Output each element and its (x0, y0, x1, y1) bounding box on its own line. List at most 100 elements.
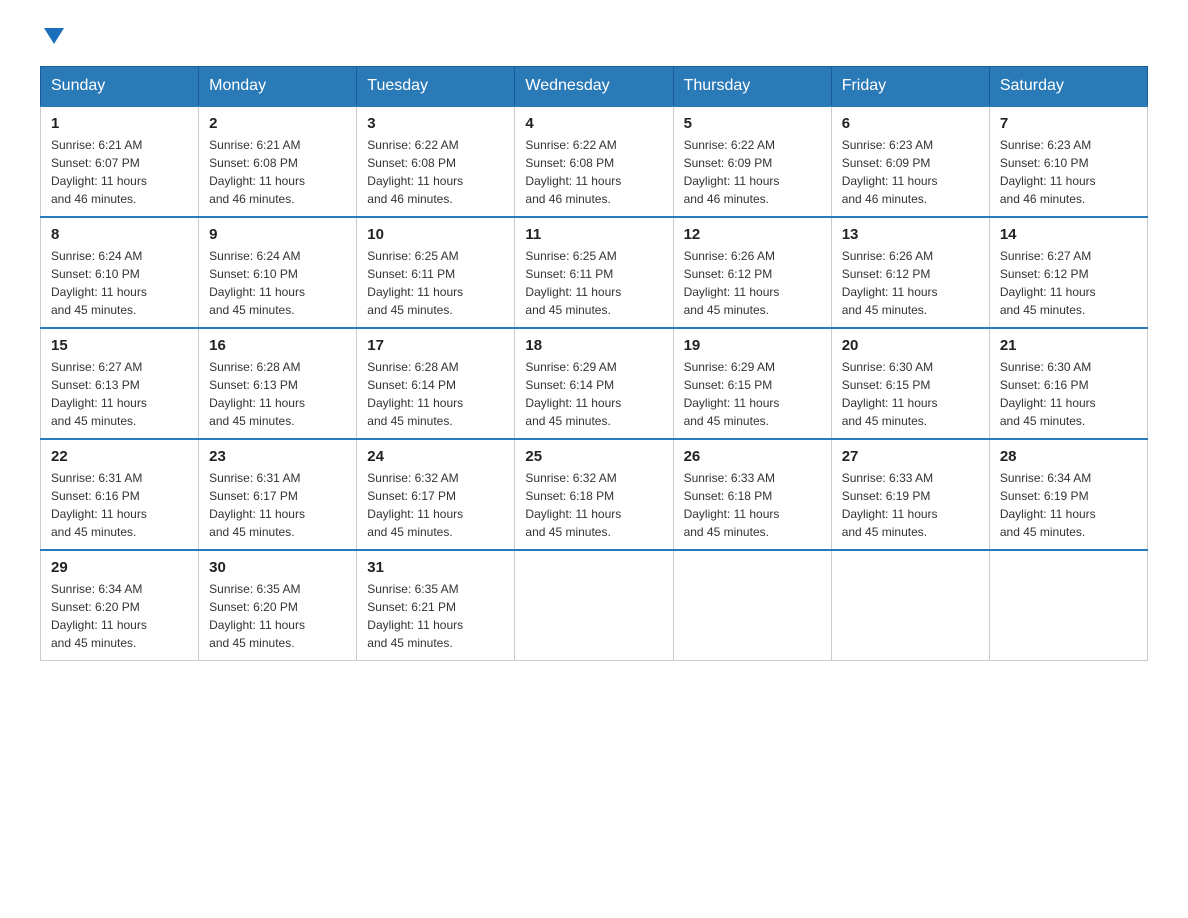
day-info: Sunrise: 6:35 AMSunset: 6:20 PMDaylight:… (209, 580, 346, 652)
day-number: 29 (51, 559, 188, 576)
day-number: 7 (1000, 115, 1137, 132)
day-info: Sunrise: 6:28 AMSunset: 6:13 PMDaylight:… (209, 358, 346, 430)
day-info: Sunrise: 6:32 AMSunset: 6:18 PMDaylight:… (525, 469, 662, 541)
logo-triangle-icon (44, 28, 64, 44)
day-info: Sunrise: 6:25 AMSunset: 6:11 PMDaylight:… (367, 247, 504, 319)
calendar-cell: 30 Sunrise: 6:35 AMSunset: 6:20 PMDayligh… (199, 550, 357, 661)
calendar-cell: 18 Sunrise: 6:29 AMSunset: 6:14 PMDayligh… (515, 328, 673, 439)
calendar-cell: 21 Sunrise: 6:30 AMSunset: 6:16 PMDayligh… (989, 328, 1147, 439)
calendar-cell: 6 Sunrise: 6:23 AMSunset: 6:09 PMDaylight… (831, 106, 989, 217)
day-info: Sunrise: 6:24 AMSunset: 6:10 PMDaylight:… (51, 247, 188, 319)
day-number: 10 (367, 226, 504, 243)
day-number: 31 (367, 559, 504, 576)
logo (40, 30, 64, 46)
calendar-cell (989, 550, 1147, 661)
day-info: Sunrise: 6:33 AMSunset: 6:19 PMDaylight:… (842, 469, 979, 541)
day-info: Sunrise: 6:22 AMSunset: 6:09 PMDaylight:… (684, 136, 821, 208)
week-row-1: 1 Sunrise: 6:21 AMSunset: 6:07 PMDaylight… (41, 106, 1148, 217)
day-info: Sunrise: 6:26 AMSunset: 6:12 PMDaylight:… (684, 247, 821, 319)
day-number: 15 (51, 337, 188, 354)
day-info: Sunrise: 6:25 AMSunset: 6:11 PMDaylight:… (525, 247, 662, 319)
calendar-cell: 15 Sunrise: 6:27 AMSunset: 6:13 PMDayligh… (41, 328, 199, 439)
weekday-header-monday: Monday (199, 67, 357, 107)
day-number: 20 (842, 337, 979, 354)
day-number: 2 (209, 115, 346, 132)
day-info: Sunrise: 6:21 AMSunset: 6:08 PMDaylight:… (209, 136, 346, 208)
calendar-cell: 14 Sunrise: 6:27 AMSunset: 6:12 PMDayligh… (989, 217, 1147, 328)
day-info: Sunrise: 6:31 AMSunset: 6:16 PMDaylight:… (51, 469, 188, 541)
day-number: 19 (684, 337, 821, 354)
day-number: 6 (842, 115, 979, 132)
day-number: 14 (1000, 226, 1137, 243)
calendar-cell: 29 Sunrise: 6:34 AMSunset: 6:20 PMDayligh… (41, 550, 199, 661)
calendar-cell: 13 Sunrise: 6:26 AMSunset: 6:12 PMDayligh… (831, 217, 989, 328)
calendar-cell: 8 Sunrise: 6:24 AMSunset: 6:10 PMDaylight… (41, 217, 199, 328)
calendar-cell: 20Sunrise: 6:30 AMSunset: 6:15 PMDayligh… (831, 328, 989, 439)
day-number: 27 (842, 448, 979, 465)
day-info: Sunrise: 6:34 AMSunset: 6:19 PMDaylight:… (1000, 469, 1137, 541)
day-number: 12 (684, 226, 821, 243)
calendar-cell: 22 Sunrise: 6:31 AMSunset: 6:16 PMDayligh… (41, 439, 199, 550)
day-number: 5 (684, 115, 821, 132)
day-info: Sunrise: 6:22 AMSunset: 6:08 PMDaylight:… (525, 136, 662, 208)
calendar-cell: 7 Sunrise: 6:23 AMSunset: 6:10 PMDaylight… (989, 106, 1147, 217)
day-number: 21 (1000, 337, 1137, 354)
calendar-cell: 16 Sunrise: 6:28 AMSunset: 6:13 PMDayligh… (199, 328, 357, 439)
day-info: Sunrise: 6:29 AMSunset: 6:14 PMDaylight:… (525, 358, 662, 430)
day-info: Sunrise: 6:23 AMSunset: 6:09 PMDaylight:… (842, 136, 979, 208)
day-info: Sunrise: 6:28 AMSunset: 6:14 PMDaylight:… (367, 358, 504, 430)
calendar-cell (831, 550, 989, 661)
day-info: Sunrise: 6:30 AMSunset: 6:16 PMDaylight:… (1000, 358, 1137, 430)
day-number: 22 (51, 448, 188, 465)
day-info: Sunrise: 6:24 AMSunset: 6:10 PMDaylight:… (209, 247, 346, 319)
weekday-header-row: SundayMondayTuesdayWednesdayThursdayFrid… (41, 67, 1148, 107)
calendar-cell: 11Sunrise: 6:25 AMSunset: 6:11 PMDayligh… (515, 217, 673, 328)
day-info: Sunrise: 6:31 AMSunset: 6:17 PMDaylight:… (209, 469, 346, 541)
calendar-cell: 25 Sunrise: 6:32 AMSunset: 6:18 PMDayligh… (515, 439, 673, 550)
day-number: 8 (51, 226, 188, 243)
calendar-cell: 28 Sunrise: 6:34 AMSunset: 6:19 PMDayligh… (989, 439, 1147, 550)
day-number: 3 (367, 115, 504, 132)
day-info: Sunrise: 6:32 AMSunset: 6:17 PMDaylight:… (367, 469, 504, 541)
day-info: Sunrise: 6:34 AMSunset: 6:20 PMDaylight:… (51, 580, 188, 652)
day-info: Sunrise: 6:27 AMSunset: 6:12 PMDaylight:… (1000, 247, 1137, 319)
week-row-3: 15 Sunrise: 6:27 AMSunset: 6:13 PMDayligh… (41, 328, 1148, 439)
day-info: Sunrise: 6:27 AMSunset: 6:13 PMDaylight:… (51, 358, 188, 430)
calendar-cell: 31Sunrise: 6:35 AMSunset: 6:21 PMDayligh… (357, 550, 515, 661)
calendar-cell: 10 Sunrise: 6:25 AMSunset: 6:11 PMDayligh… (357, 217, 515, 328)
day-number: 30 (209, 559, 346, 576)
day-info: Sunrise: 6:26 AMSunset: 6:12 PMDaylight:… (842, 247, 979, 319)
weekday-header-friday: Friday (831, 67, 989, 107)
day-number: 17 (367, 337, 504, 354)
day-number: 18 (525, 337, 662, 354)
day-number: 25 (525, 448, 662, 465)
calendar-cell: 9 Sunrise: 6:24 AMSunset: 6:10 PMDaylight… (199, 217, 357, 328)
day-number: 16 (209, 337, 346, 354)
weekday-header-saturday: Saturday (989, 67, 1147, 107)
day-info: Sunrise: 6:21 AMSunset: 6:07 PMDaylight:… (51, 136, 188, 208)
weekday-header-thursday: Thursday (673, 67, 831, 107)
day-info: Sunrise: 6:33 AMSunset: 6:18 PMDaylight:… (684, 469, 821, 541)
calendar-cell: 26 Sunrise: 6:33 AMSunset: 6:18 PMDayligh… (673, 439, 831, 550)
day-number: 28 (1000, 448, 1137, 465)
day-number: 13 (842, 226, 979, 243)
day-number: 1 (51, 115, 188, 132)
day-number: 24 (367, 448, 504, 465)
weekday-header-sunday: Sunday (41, 67, 199, 107)
calendar-cell: 5 Sunrise: 6:22 AMSunset: 6:09 PMDaylight… (673, 106, 831, 217)
week-row-4: 22 Sunrise: 6:31 AMSunset: 6:16 PMDayligh… (41, 439, 1148, 550)
calendar-cell (673, 550, 831, 661)
calendar-table: SundayMondayTuesdayWednesdayThursdayFrid… (40, 66, 1148, 661)
day-number: 4 (525, 115, 662, 132)
day-number: 9 (209, 226, 346, 243)
day-number: 26 (684, 448, 821, 465)
calendar-cell: 23Sunrise: 6:31 AMSunset: 6:17 PMDayligh… (199, 439, 357, 550)
calendar-cell: 3 Sunrise: 6:22 AMSunset: 6:08 PMDaylight… (357, 106, 515, 217)
day-info: Sunrise: 6:22 AMSunset: 6:08 PMDaylight:… (367, 136, 504, 208)
calendar-cell: 4 Sunrise: 6:22 AMSunset: 6:08 PMDaylight… (515, 106, 673, 217)
calendar-cell: 12 Sunrise: 6:26 AMSunset: 6:12 PMDayligh… (673, 217, 831, 328)
page-header (40, 30, 1148, 46)
calendar-cell: 19Sunrise: 6:29 AMSunset: 6:15 PMDayligh… (673, 328, 831, 439)
day-info: Sunrise: 6:23 AMSunset: 6:10 PMDaylight:… (1000, 136, 1137, 208)
calendar-cell: 27 Sunrise: 6:33 AMSunset: 6:19 PMDayligh… (831, 439, 989, 550)
